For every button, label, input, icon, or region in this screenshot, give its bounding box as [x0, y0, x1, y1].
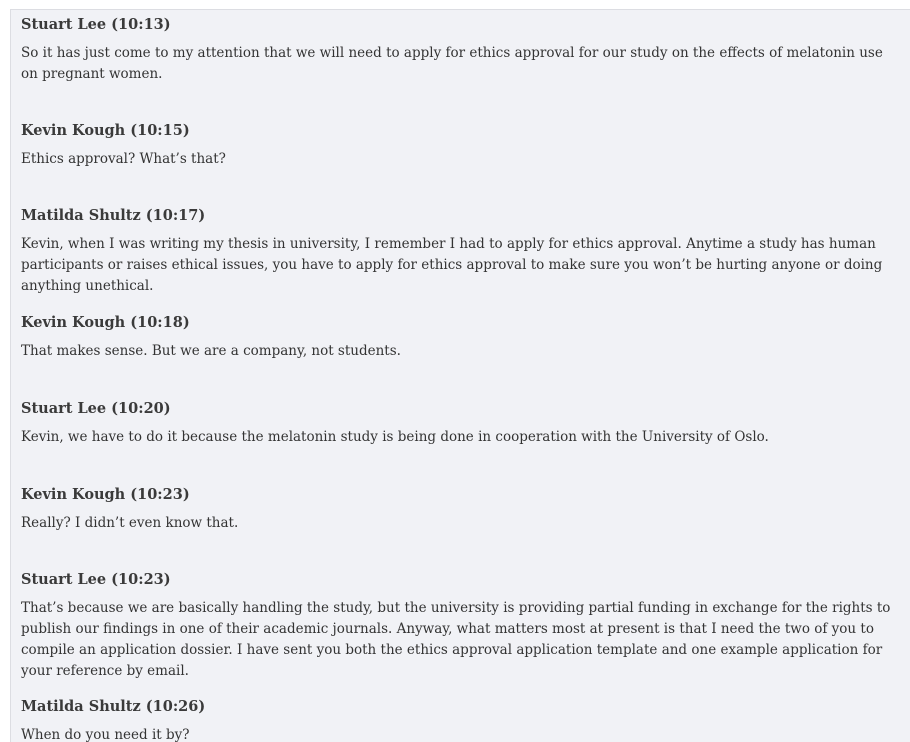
- message-sender: Stuart Lee (10:13): [21, 16, 171, 33]
- message-text: Really? I didn’t even know that.: [21, 515, 239, 531]
- message-text: Ethics approval? What’s that?: [21, 151, 226, 167]
- chat-message: Matilda Shultz (10:17) Kevin, when I was…: [11, 206, 910, 297]
- chat-message: Kevin Kough (10:15) Ethics approval? Wha…: [11, 121, 910, 170]
- message-text: Kevin, when I was writing my thesis in u…: [21, 236, 883, 294]
- chat-message: Kevin Kough (10:18) That makes sense. Bu…: [11, 313, 910, 362]
- chat-message: Matilda Shultz (10:26) When do you need …: [11, 697, 910, 742]
- message-sender: Matilda Shultz (10:17): [21, 207, 206, 224]
- message-text: That makes sense. But we are a company, …: [21, 343, 401, 359]
- chat-message: Kevin Kough (10:23) Really? I didn’t eve…: [11, 485, 910, 534]
- message-text: That’s because we are basically handling…: [21, 600, 891, 679]
- message-text: When do you need it by?: [21, 727, 190, 742]
- message-text: So it has just come to my attention that…: [21, 45, 883, 82]
- message-sender: Stuart Lee (10:20): [21, 400, 171, 417]
- message-text: Kevin, we have to do it because the mela…: [21, 429, 769, 445]
- message-sender: Kevin Kough (10:15): [21, 122, 190, 139]
- chat-message: Stuart Lee (10:13) So it has just come t…: [11, 15, 910, 85]
- message-sender: Kevin Kough (10:18): [21, 314, 190, 331]
- chat-message: Stuart Lee (10:20) Kevin, we have to do …: [11, 399, 910, 448]
- chat-message: Stuart Lee (10:23) That’s because we are…: [11, 570, 910, 682]
- message-sender: Matilda Shultz (10:26): [21, 698, 206, 715]
- message-sender: Kevin Kough (10:23): [21, 486, 190, 503]
- chat-transcript: Stuart Lee (10:13) So it has just come t…: [10, 9, 910, 742]
- message-sender: Stuart Lee (10:23): [21, 571, 171, 588]
